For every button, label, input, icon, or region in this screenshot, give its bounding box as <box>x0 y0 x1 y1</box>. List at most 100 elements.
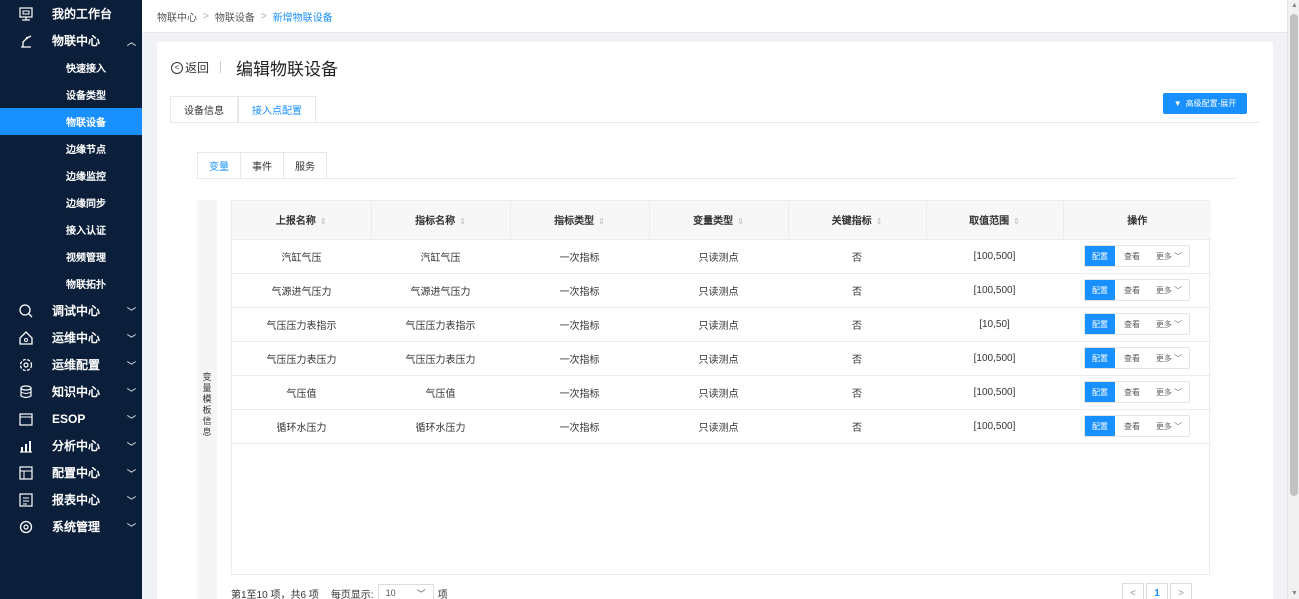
table-cell: 循环水压力 <box>371 409 510 444</box>
tab-event[interactable]: 事件 <box>240 152 284 179</box>
chevron-down-icon: ﹀ <box>126 523 136 533</box>
view-button[interactable]: 查看 <box>1115 319 1149 330</box>
sort-icon[interactable]: ⇕ <box>320 217 327 226</box>
config-button[interactable]: 配置 <box>1085 314 1115 334</box>
table-cell: 否 <box>788 409 926 444</box>
sidebar-item-analysis[interactable]: 分析中心 ﹀ <box>0 432 142 459</box>
config-button[interactable]: 配置 <box>1085 382 1115 402</box>
sidebar-item-ops-config[interactable]: 运维配置 ﹀ <box>0 351 142 378</box>
pagination-text: 第1至10 项，共6 项 <box>231 589 319 599</box>
scroll-down-icon[interactable]: ▼ <box>1291 590 1298 597</box>
operation-group: 配置 查看 更多 ﹀ <box>1084 415 1190 437</box>
sidebar-subitem-edge-node[interactable]: 边缘节点 <box>0 135 142 162</box>
sidebar-item-workbench[interactable]: 我的工作台 <box>0 0 142 27</box>
operation-group: 配置 查看 更多 ﹀ <box>1084 279 1190 301</box>
breadcrumb-item[interactable]: 物联中心 <box>157 9 197 24</box>
more-dropdown[interactable]: 更多 ﹀ <box>1149 421 1189 432</box>
sort-icon[interactable]: ⇕ <box>876 217 883 226</box>
table-cell: 汽缸气压 <box>371 239 510 274</box>
more-dropdown[interactable]: 更多 ﹀ <box>1149 319 1189 330</box>
view-button[interactable]: 查看 <box>1115 251 1149 262</box>
sidebar-subitem-edge-sync[interactable]: 边缘同步 <box>0 189 142 216</box>
sidebar-subitem-edge-monitor[interactable]: 边缘监控 <box>0 162 142 189</box>
table-cell: 一次指标 <box>510 273 649 308</box>
column-header[interactable]: 关键指标 ⇕ <box>788 201 927 240</box>
config-button[interactable]: 配置 <box>1085 280 1115 300</box>
view-button[interactable]: 查看 <box>1115 285 1149 296</box>
table-cell: 气压压力表指示 <box>371 307 510 342</box>
tab-access-point-config[interactable]: 接入点配置 <box>238 96 316 123</box>
operation-cell: 配置 查看 更多 ﹀ <box>1063 273 1211 308</box>
sort-icon[interactable]: ⇕ <box>598 217 605 226</box>
divider <box>220 61 221 73</box>
sidebar-item-config-center[interactable]: 配置中心 ﹀ <box>0 459 142 486</box>
sidebar-item-iot-center[interactable]: 物联中心 ︿ <box>0 27 142 54</box>
more-dropdown[interactable]: 更多 ﹀ <box>1149 285 1189 296</box>
table-row: 循环水压力 循环水压力 一次指标 只读测点否 [100,500] 配置 查看 更多 ﹀ <box>232 409 1211 444</box>
sort-icon[interactable]: ⇕ <box>459 217 466 226</box>
tab-device-info[interactable]: 设备信息 <box>170 96 238 123</box>
column-header[interactable]: 指标名称 ⇕ <box>371 201 511 240</box>
next-page-button[interactable]: > <box>1170 583 1192 599</box>
table-cell: 循环水压力 <box>232 409 371 444</box>
scrollbar-thumb[interactable] <box>1290 14 1298 496</box>
config-button[interactable]: 配置 <box>1085 246 1115 266</box>
table-cell: 一次指标 <box>510 409 649 444</box>
divider <box>197 178 1235 179</box>
back-button[interactable]: < 返回 <box>171 59 209 76</box>
sidebar-item-report[interactable]: 报表中心 ﹀ <box>0 486 142 513</box>
chevron-down-icon: ﹀ <box>126 469 136 479</box>
chevron-down-icon: ﹀ <box>1174 285 1183 295</box>
column-header[interactable]: 指标类型 ⇕ <box>510 201 650 240</box>
search-icon <box>18 303 34 319</box>
sidebar-item-label: 物联中心 <box>52 34 101 48</box>
prev-page-button[interactable]: < <box>1122 583 1144 599</box>
view-button[interactable]: 查看 <box>1115 387 1149 398</box>
chevron-down-icon: ﹀ <box>126 388 136 398</box>
more-dropdown[interactable]: 更多 ﹀ <box>1149 387 1189 398</box>
breadcrumb-separator-icon: > <box>203 10 209 22</box>
breadcrumb-item[interactable]: 物联设备 <box>215 9 255 24</box>
sort-icon[interactable]: ⇕ <box>1013 217 1020 226</box>
sidebar-item-debug-center[interactable]: 调试中心 ﹀ <box>0 297 142 324</box>
sidebar-item-system[interactable]: 系统管理 ﹀ <box>0 513 142 540</box>
view-button[interactable]: 查看 <box>1115 421 1149 432</box>
column-header[interactable]: 上报名称 ⇕ <box>232 201 372 240</box>
scroll-up-icon[interactable]: ▲ <box>1291 2 1298 9</box>
config-button[interactable]: 配置 <box>1085 348 1115 368</box>
chevron-down-icon: ﹀ <box>126 334 136 344</box>
column-header[interactable]: 变量类型 ⇕ <box>649 201 789 240</box>
sidebar-item-ops-center[interactable]: 运维中心 ﹀ <box>0 324 142 351</box>
page-number-button[interactable]: 1 <box>1146 583 1168 599</box>
sort-icon[interactable]: ⇕ <box>737 217 744 226</box>
sidebar-subitem-quick-access[interactable]: 快速接入 <box>0 54 142 81</box>
sidebar-item-label: 分析中心 <box>52 439 101 453</box>
tab-service[interactable]: 服务 <box>283 152 327 179</box>
table-cell: 气源进气压力 <box>232 273 371 308</box>
tab-variable[interactable]: 变量 <box>197 152 241 179</box>
vertical-scrollbar[interactable]: ▲ ▼ <box>1287 0 1299 599</box>
sidebar-subitem-auth[interactable]: 接入认证 <box>0 216 142 243</box>
sidebar-item-knowledge[interactable]: 知识中心 ﹀ <box>0 378 142 405</box>
more-dropdown[interactable]: 更多 ﹀ <box>1149 353 1189 364</box>
robot-arm-icon <box>18 33 34 49</box>
breadcrumb-current: 新增物联设备 <box>272 12 333 24</box>
per-page-select[interactable]: 10 ﹀ <box>377 584 434 599</box>
table-cell: 只读测点 <box>649 307 788 342</box>
sidebar-item-esop[interactable]: ESOP ﹀ <box>0 405 142 432</box>
sidebar-item-label: 运维配置 <box>52 358 101 372</box>
chevron-down-icon: ﹀ <box>1174 387 1183 397</box>
advanced-config-button[interactable]: ▼ 高级配置-展开 <box>1163 93 1247 114</box>
sidebar-subitem-device-type[interactable]: 设备类型 <box>0 81 142 108</box>
table-cell: 否 <box>788 341 926 376</box>
column-header[interactable]: 取值范围 ⇕ <box>926 201 1064 240</box>
config-button[interactable]: 配置 <box>1085 416 1115 436</box>
sidebar-subitem-video[interactable]: 视频管理 <box>0 243 142 270</box>
more-dropdown[interactable]: 更多 ﹀ <box>1149 251 1189 262</box>
home-icon <box>18 330 34 346</box>
inner-tabs: 变量 事件 服务 <box>197 152 327 179</box>
view-button[interactable]: 查看 <box>1115 353 1149 364</box>
sidebar-subitem-topology[interactable]: 物联拓扑 <box>0 270 142 297</box>
sidebar-item-label: 调试中心 <box>52 304 101 318</box>
sidebar-subitem-iot-device[interactable]: 物联设备 <box>0 108 142 135</box>
